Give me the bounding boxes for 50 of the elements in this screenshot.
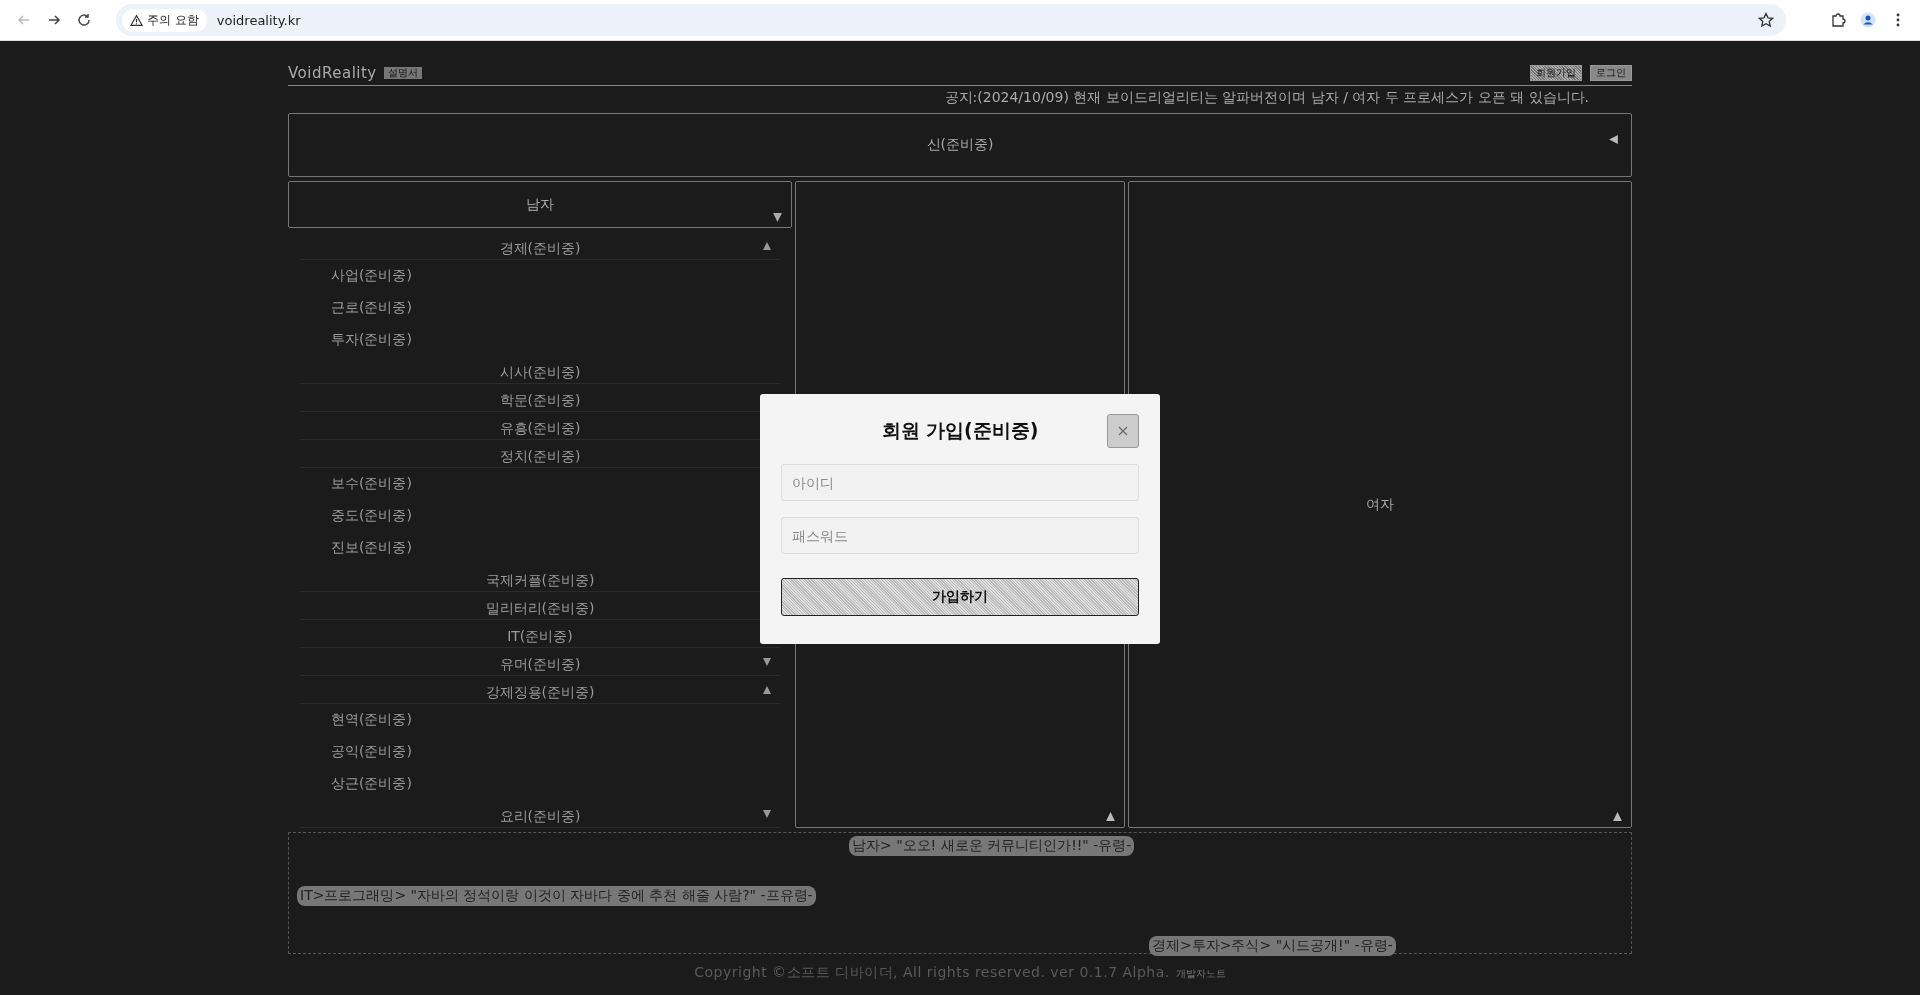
subcategory-item[interactable]: 사업(준비중) [331,267,412,285]
signup-button[interactable]: 가입하기 [781,578,1139,616]
up-triangle-icon[interactable] [1105,811,1116,822]
up-triangle-icon[interactable] [762,685,772,695]
url-text: voidreality.kr [216,12,302,28]
dialog-title: 회원 가입(준비중) [881,418,1039,443]
message-bubble: 경제>투자>주식> "시드공개!" -유령- [1149,936,1396,956]
category-item[interactable]: 시사(준비중) [300,356,780,384]
category-item[interactable]: 경제(준비중) [300,232,780,260]
site-logo[interactable]: VoidReality [288,64,377,82]
panel-label: 남자 [526,195,554,214]
down-triangle-icon[interactable] [772,212,783,223]
subcategory-item[interactable]: 현역(준비중) [331,711,412,729]
header-button[interactable]: 회원가입 [1530,65,1582,81]
input-field[interactable]: 아이디 [781,464,1139,501]
subcategory-item[interactable]: 투자(준비중) [331,331,412,349]
panel-label: 여자 [1366,495,1394,514]
close-icon[interactable] [1118,426,1128,436]
warning-icon [130,13,143,27]
down-triangle-icon[interactable] [762,809,772,819]
dev-notes-link[interactable]: 개발자노트 [1175,968,1226,979]
message-bubble: IT>프로그래밍> "자바의 정석이랑 이것이 자바다 중에 추천 해줄 사람?" -프유령- [297,886,816,906]
address-bar[interactable]: 주의 요함 voidreality.kr [116,4,1786,36]
category-item[interactable]: 요리(준비중) [300,800,780,828]
notice-text: 공지:(2024/10/09) 현재 보이드리얼리티는 알파버전이며 남자 / 여자 두 프로세스가 오픈 돼 있습니다. [944,89,1589,105]
star-icon[interactable] [1758,12,1774,28]
subcategory-item[interactable]: 상근(준비중) [331,775,412,793]
input-field[interactable]: 패스워드 [781,517,1139,554]
subcategory-item[interactable]: 보수(준비중) [331,475,412,493]
copyright-text: Copyright ©소프트 디바이더, All rights reserved. ver 0.1.7 Alpha. [694,964,1170,980]
subcategory-item[interactable]: 진보(준비중) [331,539,412,557]
header-button[interactable]: 로그인 [1590,65,1632,81]
panel-label: 신(준비중) [926,136,994,154]
subcategory-item[interactable]: 근로(준비중) [331,299,412,317]
category-item[interactable]: 유머(준비중) [300,648,780,676]
puzzle-icon[interactable] [1830,12,1846,28]
message-bubble: 남자> "오오! 새로운 커뮤니티인가!!" -유령- [849,836,1135,856]
subcategory-item[interactable]: 공익(준비중) [331,743,412,761]
subcategory-item[interactable]: 중도(준비중) [331,507,412,525]
god-panel[interactable]: 신(준비중) [288,113,1632,177]
manual-badge[interactable]: 설명서 [383,67,422,79]
reload-icon[interactable] [76,12,92,28]
up-triangle-icon[interactable] [762,241,772,251]
male-panel-header[interactable]: 남자 [288,181,792,228]
up-triangle-icon[interactable] [1612,811,1623,822]
category-item[interactable]: 강제징용(준비중) [300,676,780,704]
profile-icon[interactable] [1860,12,1876,28]
security-chip[interactable]: 주의 요함 [122,8,207,32]
left-triangle-icon[interactable] [1608,134,1619,145]
down-triangle-icon[interactable] [762,657,772,667]
